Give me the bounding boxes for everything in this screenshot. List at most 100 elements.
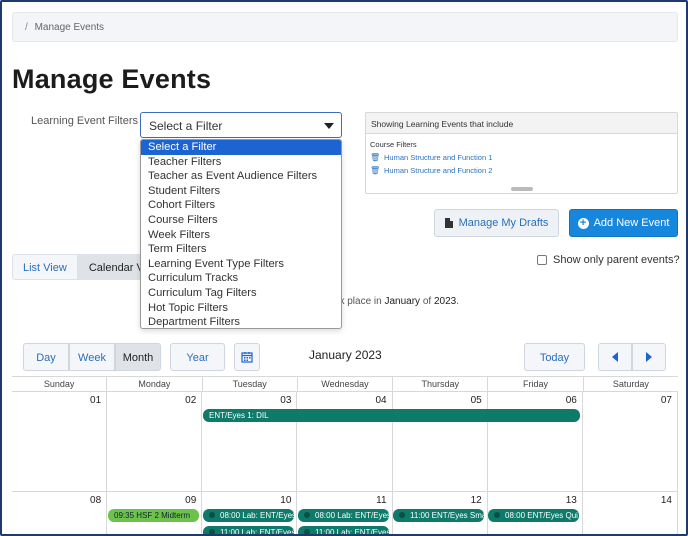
filter-option[interactable]: Cohort Filters	[141, 198, 341, 213]
event-dot-icon	[304, 529, 310, 534]
day-number: 05	[470, 395, 482, 406]
filter-option[interactable]: Term Filters	[141, 242, 341, 257]
panel-group-label: Course Filters	[370, 140, 417, 149]
manage-drafts-button[interactable]: Manage My Drafts	[434, 209, 559, 237]
filter-option[interactable]: Learning Event Type Filters	[141, 257, 341, 272]
calendar-event[interactable]: 08:00 Lab: ENT/Eyes	[203, 509, 294, 522]
trash-icon[interactable]: 🗑	[370, 153, 380, 162]
day-number: 10	[280, 495, 292, 506]
next-month-button[interactable]	[632, 343, 666, 371]
day-cell[interactable]: 01	[12, 392, 108, 491]
filter-option[interactable]: Teacher Filters	[141, 155, 341, 170]
manage-drafts-label: Manage My Drafts	[458, 217, 549, 229]
day-cell[interactable]: 03	[202, 392, 298, 491]
day-number: 09	[185, 495, 197, 506]
calendar-event[interactable]: 11:00 Lab: ENT/Eyes	[203, 526, 294, 536]
chevron-left-icon	[612, 352, 618, 362]
event-dot-icon	[209, 529, 215, 534]
week-mode-button[interactable]: Week	[69, 343, 115, 371]
parent-events-toggle[interactable]: Show only parent events?	[537, 254, 680, 266]
breadcrumb-separator: /	[25, 22, 28, 33]
parent-events-label: Show only parent events?	[553, 254, 680, 266]
calendar-view-tab[interactable]: Calendar View	[77, 254, 148, 280]
caret-down-icon	[324, 123, 334, 129]
event-label: 08:00 Lab: ENT/Eyes	[315, 511, 389, 520]
filter-option[interactable]: Week Filters	[141, 228, 341, 243]
filter-item-label[interactable]: Human Structure and Function 1	[384, 153, 492, 162]
date-picker-button[interactable]	[234, 343, 260, 371]
add-new-event-label: Add New Event	[593, 217, 670, 229]
info-mid: of	[420, 296, 434, 307]
day-mode-button[interactable]: Day	[23, 343, 69, 371]
day-cell[interactable]: 14	[583, 492, 678, 534]
day-cell[interactable]: 04	[297, 392, 393, 491]
panel-scrollbar[interactable]	[511, 187, 533, 191]
month-mode-button[interactable]: Month	[115, 343, 161, 371]
filter-option[interactable]: Student Filters	[141, 184, 341, 199]
calendar-week: 08 09 10 11 12 13 14 09:35 HSF 2 Midterm…	[12, 492, 678, 536]
event-label: 11:00 Lab: ENT/Eyes	[315, 528, 389, 536]
event-label: 11:00 Lab: ENT/Eyes	[220, 528, 294, 536]
document-icon	[444, 218, 453, 228]
day-number: 03	[280, 395, 292, 406]
info-month: January	[384, 296, 421, 307]
filter-option[interactable]: Hot Topic Filters	[141, 301, 341, 316]
page-title: Manage Events	[12, 64, 212, 94]
day-cell[interactable]: 08	[12, 492, 108, 534]
day-number: 13	[565, 495, 577, 506]
weekday-label: Sunday	[12, 377, 108, 391]
today-button[interactable]: Today	[524, 343, 585, 371]
day-number: 11	[376, 495, 387, 506]
active-filters-panel: Showing Learning Events that include Cou…	[365, 112, 678, 194]
trash-icon[interactable]: 🗑	[370, 166, 380, 175]
day-number: 14	[660, 495, 672, 506]
filter-option[interactable]: Curriculum Tag Filters	[141, 286, 341, 301]
breadcrumb: / Manage Events	[12, 12, 678, 42]
calendar-event[interactable]: 11:00 Lab: ENT/Eyes	[298, 526, 389, 536]
weekday-header: Sunday Monday Tuesday Wednesday Thursday…	[12, 376, 678, 392]
chevron-right-icon	[646, 352, 652, 362]
event-dot-icon	[304, 512, 310, 518]
parent-events-checkbox[interactable]	[537, 255, 547, 265]
filter-option[interactable]: Teacher as Event Audience Filters	[141, 169, 341, 184]
add-new-event-button[interactable]: + Add New Event	[569, 209, 678, 237]
weekday-label: Monday	[107, 377, 203, 391]
weekday-label: Wednesday	[298, 377, 394, 391]
event-label: 11:00 ENT/Eyes Sma	[410, 511, 484, 520]
day-cell[interactable]: 06	[488, 392, 583, 491]
day-cell[interactable]: 05	[393, 392, 488, 491]
plus-circle-icon: +	[577, 217, 589, 229]
view-toggle: List View Calendar View	[12, 254, 148, 280]
day-number: 01	[90, 395, 102, 406]
calendar-month-title: January 2023	[309, 348, 382, 362]
calendar-event[interactable]: 08:00 ENT/Eyes Qui	[488, 509, 579, 522]
panel-header: Showing Learning Events that include	[366, 113, 677, 134]
app-frame: / Manage Events Manage Events Learning E…	[0, 0, 688, 536]
calendar-icon	[241, 352, 253, 363]
filter-select[interactable]: Select a Filter	[140, 112, 342, 138]
calendar-event[interactable]: 08:00 Lab: ENT/Eyes	[298, 509, 389, 522]
day-cell[interactable]: 07	[583, 392, 678, 491]
calendar-event[interactable]: 09:35 HSF 2 Midterm	[108, 509, 199, 522]
day-cell[interactable]: 02	[107, 392, 203, 491]
weekday-label: Saturday	[612, 379, 649, 389]
filter-select-value: Select a Filter	[149, 119, 223, 133]
event-dot-icon	[399, 512, 405, 518]
filter-option[interactable]: Select a Filter	[141, 140, 341, 155]
prev-month-button[interactable]	[598, 343, 632, 371]
calendar-event[interactable]: 11:00 ENT/Eyes Sma	[393, 509, 484, 522]
day-number: 06	[565, 395, 577, 406]
filter-option[interactable]: Curriculum Tracks	[141, 271, 341, 286]
day-number: 04	[375, 395, 387, 406]
filter-option[interactable]: Department Filters	[141, 315, 341, 328]
year-mode-button[interactable]: Year	[170, 343, 225, 371]
calendar-event[interactable]: ENT/Eyes 1: DIL	[203, 409, 580, 422]
list-view-tab[interactable]: List View	[12, 254, 78, 280]
day-number: 07	[660, 395, 672, 406]
event-dot-icon	[494, 512, 500, 518]
calendar-week: 01 02 03 04 05 06 07 ENT/Eyes 1: DIL	[12, 392, 678, 492]
day-number: 12	[470, 495, 482, 506]
breadcrumb-current[interactable]: Manage Events	[35, 22, 105, 33]
filter-option[interactable]: Course Filters	[141, 213, 341, 228]
filter-item-label[interactable]: Human Structure and Function 2	[384, 166, 492, 175]
